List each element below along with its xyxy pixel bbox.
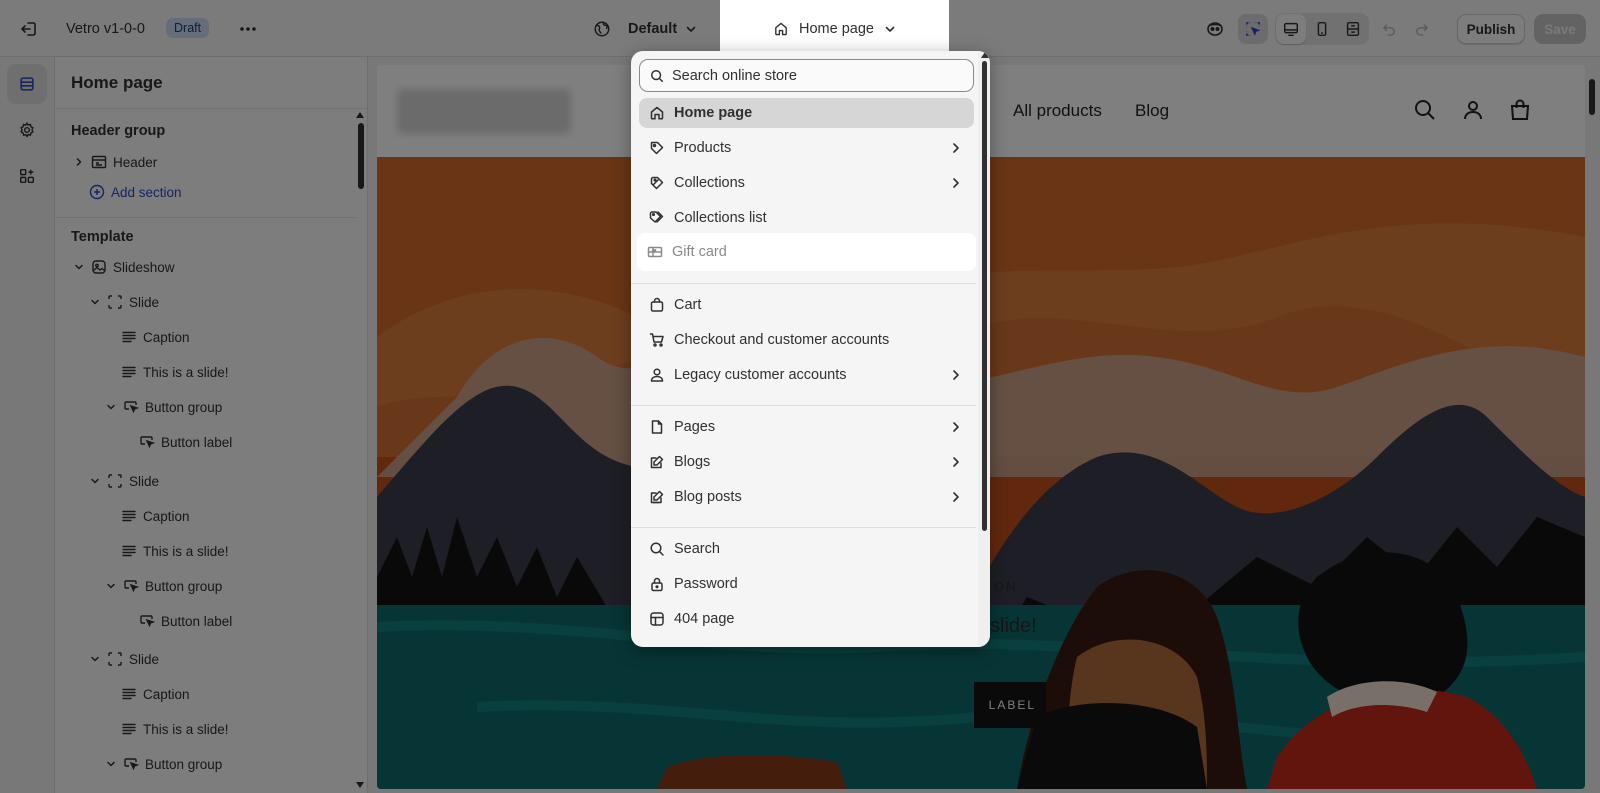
- menu-item-label: Collections list: [674, 210, 767, 226]
- menu-item-label: Gift card: [672, 244, 727, 260]
- search-input[interactable]: [672, 67, 952, 84]
- divider: [631, 283, 976, 284]
- 404-page-icon: [649, 611, 665, 627]
- page-icon: [649, 419, 665, 435]
- page-selector[interactable]: Home page: [720, 0, 949, 57]
- gift-card-icon: [647, 244, 663, 260]
- tag-icon: [649, 140, 665, 156]
- chevron-right-icon: [946, 491, 966, 503]
- menu-item-label: Products: [674, 140, 732, 156]
- menu-item-label: Blogs: [674, 454, 711, 470]
- scroll-up-arrow-icon[interactable]: [981, 52, 989, 58]
- chevron-right-icon: [946, 456, 966, 468]
- search-field[interactable]: [639, 59, 974, 92]
- menu-item-collections[interactable]: Collections: [639, 168, 974, 198]
- menu-item-legacy-customer-accounts[interactable]: Legacy customer accounts: [639, 360, 974, 390]
- menu-item-cart[interactable]: Cart: [639, 290, 974, 320]
- search-icon: [649, 541, 665, 557]
- collections-list-icon: [649, 210, 665, 226]
- menu-item-checkout-and-customer-accounts[interactable]: Checkout and customer accounts: [639, 325, 974, 355]
- menu-item-gift-card[interactable]: Gift card: [637, 233, 976, 271]
- blog-icon: [649, 454, 665, 470]
- divider: [631, 405, 976, 406]
- menu-item-search[interactable]: Search: [639, 534, 974, 564]
- menu-item-password[interactable]: Password: [639, 569, 974, 599]
- menu-item-label: Checkout and customer accounts: [674, 332, 890, 348]
- chevron-right-icon: [946, 142, 966, 154]
- menu-item-blog-posts[interactable]: Blog posts: [639, 482, 974, 512]
- person-icon: [649, 367, 665, 383]
- menu-item-blogs[interactable]: Blogs: [639, 447, 974, 477]
- home-icon: [773, 21, 789, 37]
- lock-icon: [649, 576, 665, 592]
- chevron-down-icon: [884, 23, 896, 35]
- menu-item-404-page[interactable]: 404 page: [639, 604, 974, 634]
- collection-tag-icon: [649, 175, 665, 191]
- page-selector-label: Home page: [799, 20, 874, 37]
- chevron-right-icon: [946, 369, 966, 381]
- search-icon: [650, 69, 664, 83]
- menu-item-label: Pages: [674, 419, 716, 435]
- page-selector-dropdown: Home page Products Collections Collections …: [631, 51, 990, 647]
- divider: [631, 527, 976, 528]
- menu-item-label: Cart: [674, 297, 702, 313]
- menu-item-pages[interactable]: Pages: [639, 412, 974, 442]
- menu-item-label: Blog posts: [674, 489, 742, 505]
- blog-post-icon: [649, 489, 665, 505]
- chevron-right-icon: [946, 421, 966, 433]
- dropdown-scrollbar-thumb[interactable]: [982, 61, 987, 531]
- menu-item-products[interactable]: Products: [639, 133, 974, 163]
- cart-icon: [649, 332, 665, 348]
- menu-item-label: Home page: [674, 105, 753, 121]
- menu-item-home-page[interactable]: Home page: [639, 98, 974, 128]
- home-icon: [649, 105, 665, 121]
- menu-item-label: Search: [674, 541, 720, 557]
- bag-icon: [649, 297, 665, 313]
- menu-item-label: Collections: [674, 175, 745, 191]
- menu-item-label: Legacy customer accounts: [674, 367, 847, 383]
- menu-item-label: 404 page: [674, 611, 735, 627]
- chevron-right-icon: [946, 177, 966, 189]
- menu-item-label: Password: [674, 576, 738, 592]
- menu-item-collections-list[interactable]: Collections list: [639, 203, 974, 233]
